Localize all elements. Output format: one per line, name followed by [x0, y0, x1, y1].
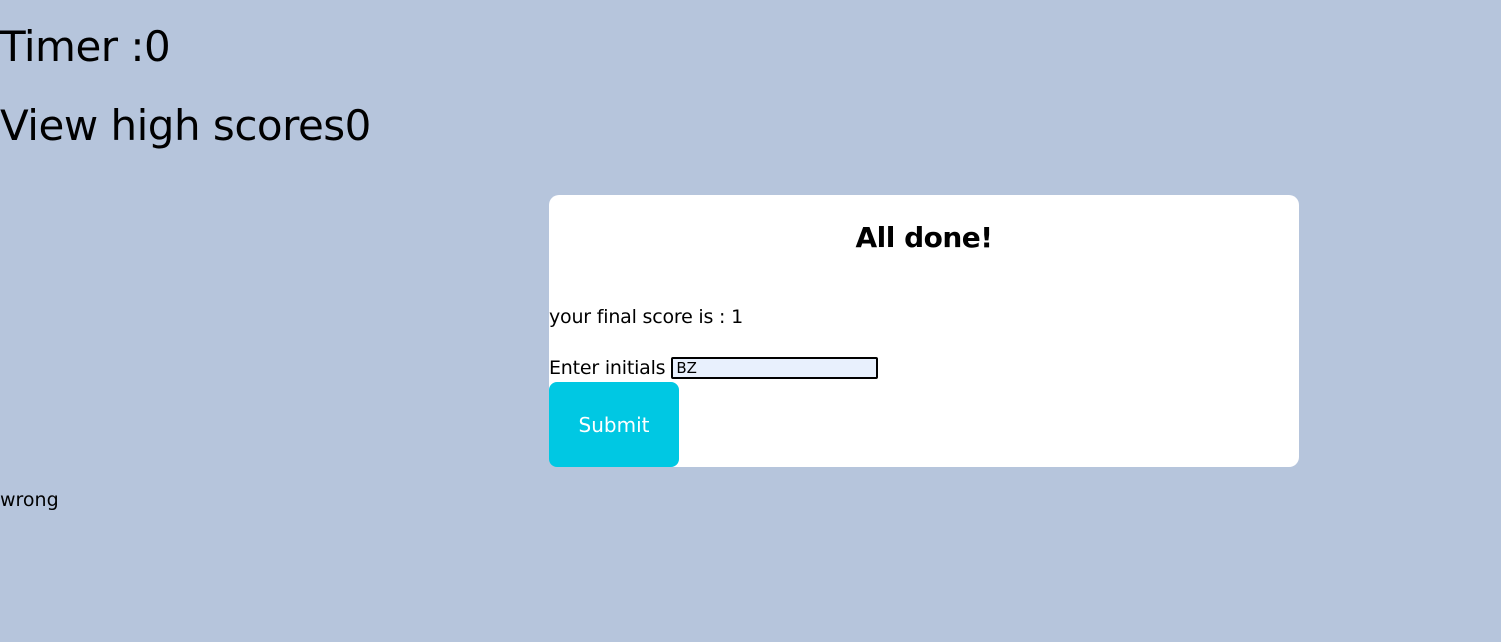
initials-label: Enter initials [549, 357, 666, 379]
timer-display: Timer :0 [0, 22, 171, 71]
answer-feedback-text: wrong [0, 489, 59, 511]
card-title: All done! [855, 221, 993, 254]
initials-form-row: Enter initials [549, 353, 879, 383]
initials-input[interactable] [671, 357, 879, 379]
final-score-text: your final score is : 1 [549, 306, 743, 328]
submit-button[interactable]: Submit [549, 382, 679, 467]
view-high-scores-link[interactable]: View high scores0 [0, 101, 371, 151]
